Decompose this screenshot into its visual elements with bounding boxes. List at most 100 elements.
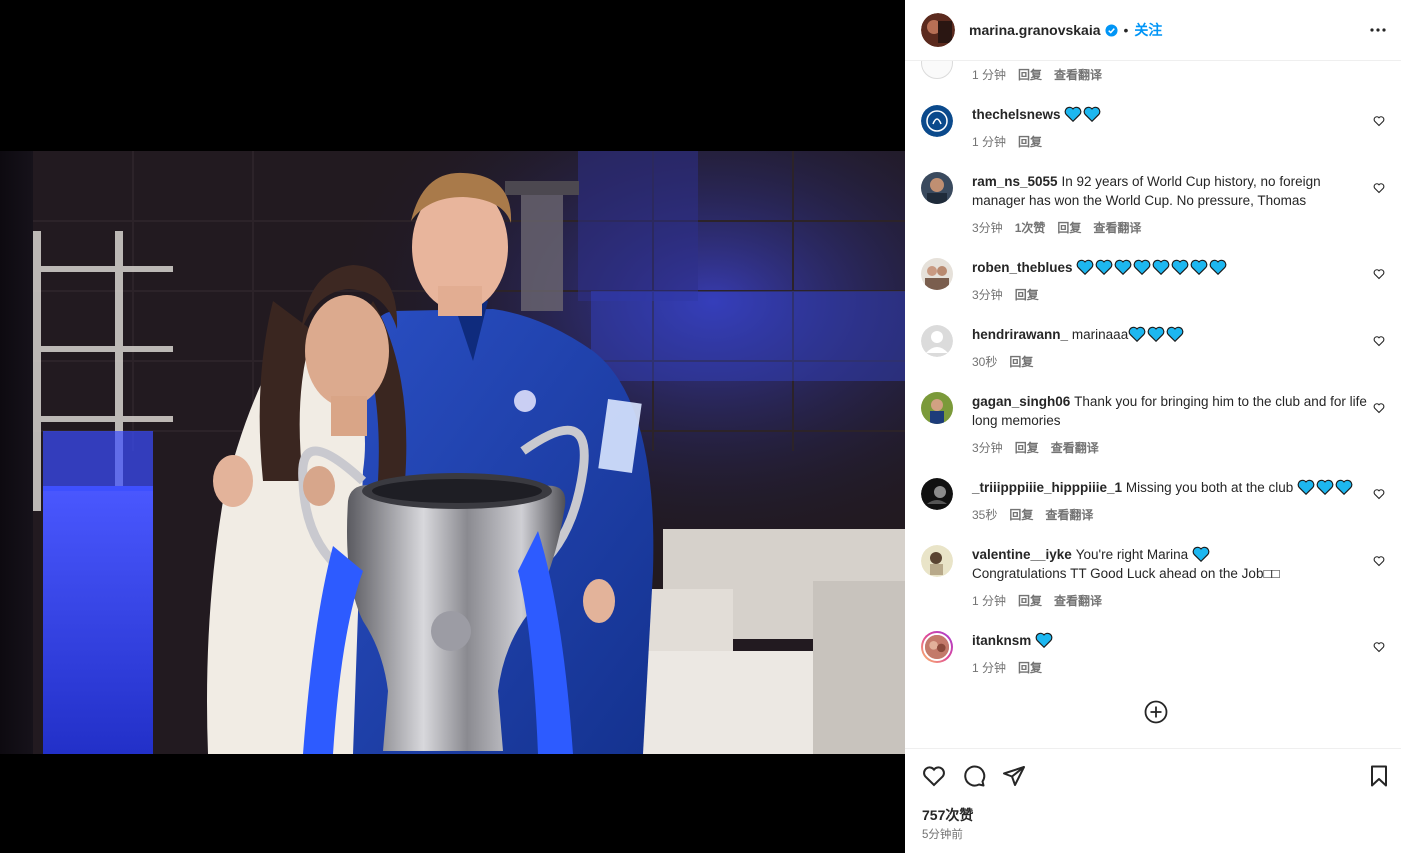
blue-heart-emoji-icon [1115, 259, 1132, 275]
reply-button[interactable]: 回复 [1018, 592, 1042, 609]
comment-meta: 1 分钟 回复 [972, 133, 1042, 150]
comment-avatar[interactable] [921, 392, 953, 424]
blue-heart-emoji-icon [1128, 326, 1146, 342]
comment-avatar[interactable] [921, 172, 953, 204]
author-avatar[interactable] [921, 13, 955, 47]
comment-item: _triiipppiiie_hipppiiie_1 Missing you bo… [921, 478, 1385, 528]
photo-left-edge [0, 151, 33, 754]
blue-heart-emoji-icon [1065, 106, 1082, 122]
comment-username[interactable]: itanknsm [972, 633, 1031, 648]
comment-like-icon[interactable] [1373, 182, 1385, 194]
blue-heart-emoji-icon [1191, 259, 1208, 275]
comment-meta: 35秒 回复 查看翻译 [972, 506, 1093, 523]
comment-time: 3分钟 [972, 221, 1003, 235]
post-photo[interactable] [33, 151, 905, 754]
blue-heart-emoji-icon [1297, 479, 1315, 495]
comment-likes-count[interactable]: 1次赞 [1015, 219, 1046, 236]
comment-username[interactable]: hendrirawann_ [972, 327, 1068, 342]
comment-like-icon[interactable] [1373, 641, 1385, 653]
comment-avatar[interactable] [921, 545, 953, 577]
post-photo-illustration [33, 151, 905, 754]
share-icon[interactable] [1002, 764, 1026, 788]
reply-button[interactable]: 回复 [1015, 439, 1039, 456]
comment-body: gagan_singh06 Thank you for bringing him… [972, 392, 1367, 430]
comment-avatar[interactable] [921, 258, 953, 290]
post-header: marina.granovskaia • 关注 [905, 0, 1401, 61]
comment-meta: 1 分钟 回复 查看翻译 [972, 592, 1102, 609]
comment-time: 1 分钟 [972, 661, 1007, 675]
blue-heart-emojis [1297, 479, 1353, 495]
comment-username[interactable]: thechelsnews [972, 107, 1061, 122]
blue-heart-emojis [1076, 259, 1227, 275]
likes-count[interactable]: 757次赞 [922, 805, 973, 825]
reply-button[interactable]: 回复 [1009, 506, 1033, 523]
comment-body: itanknsm [972, 631, 1367, 650]
author-username[interactable]: marina.granovskaia [969, 22, 1101, 38]
comment-time: 3分钟 [972, 288, 1003, 302]
comment-item: hendrirawann_ marinaaa 30秒 回复 [921, 325, 1385, 375]
blue-heart-emoji-icon [1316, 479, 1334, 495]
bookmark-icon[interactable] [1367, 764, 1391, 788]
comment-item: valentine__iyke You're right Marina Cong… [921, 545, 1385, 608]
reply-button[interactable]: 回复 [1057, 219, 1081, 236]
comment-meta: 3分钟 回复 [972, 286, 1039, 303]
comment-item: roben_theblues 3分钟 回复 [921, 258, 1385, 308]
reply-button[interactable]: 回复 [1009, 353, 1033, 370]
post-side-panel: marina.granovskaia • 关注 1 分钟 回复 查看翻译 the… [905, 0, 1401, 853]
comment-text: marinaaa [1071, 327, 1129, 342]
reply-button[interactable]: 回复 [1018, 66, 1042, 83]
comment-username[interactable]: valentine__iyke [972, 547, 1072, 562]
blue-heart-emojis [1192, 546, 1210, 562]
blue-heart-emoji-icon [1172, 259, 1189, 275]
translate-button[interactable]: 查看翻译 [1054, 66, 1102, 83]
comment-icon[interactable] [962, 764, 986, 788]
comment-body: ram_ns_5055 In 92 years of World Cup his… [972, 172, 1367, 210]
comment-meta: 3分钟 回复 查看翻译 [972, 439, 1099, 456]
blue-heart-emojis [1064, 106, 1101, 122]
comment-time: 1 分钟 [972, 135, 1007, 149]
comment-body: _triiipppiiie_hipppiiie_1 Missing you bo… [972, 478, 1367, 497]
more-options-icon[interactable] [1370, 22, 1386, 38]
comment-time: 1 分钟 [972, 68, 1007, 82]
comment-like-icon[interactable] [1373, 555, 1385, 567]
comment-like-icon[interactable] [1373, 268, 1385, 280]
blue-heart-emojis [1035, 632, 1053, 648]
comment-avatar[interactable] [921, 61, 953, 79]
blue-heart-emoji-icon [1077, 259, 1094, 275]
follow-button[interactable]: 关注 [1134, 20, 1162, 40]
post-actions: 757次赞 5分钟前 [905, 748, 1401, 853]
comment-item: ram_ns_5055 In 92 years of World Cup his… [921, 172, 1385, 235]
comment-like-icon[interactable] [1373, 335, 1385, 347]
comment-body: roben_theblues [972, 258, 1367, 277]
comment-item: thechelsnews 1 分钟 回复 [921, 105, 1385, 155]
reply-button[interactable]: 回复 [1015, 286, 1039, 303]
heart-icon[interactable] [922, 764, 946, 788]
translate-button[interactable]: 查看翻译 [1054, 592, 1102, 609]
comment-username[interactable]: ram_ns_5055 [972, 174, 1058, 189]
comment-username[interactable]: gagan_singh06 [972, 394, 1070, 409]
plus-circle-icon[interactable] [1144, 700, 1168, 724]
blue-heart-emoji-icon [1153, 259, 1170, 275]
comment-avatar[interactable] [921, 325, 953, 357]
comment-meta: 1 分钟 回复 查看翻译 [972, 66, 1102, 83]
translate-button[interactable]: 查看翻译 [1093, 219, 1141, 236]
comment-text-line2: Congratulations TT Good Luck ahead on th… [972, 566, 1280, 581]
comment-body: thechelsnews [972, 105, 1367, 124]
comment-username[interactable]: roben_theblues [972, 260, 1073, 275]
comment-avatar[interactable] [921, 105, 953, 137]
comments-list: 1 分钟 回复 查看翻译 thechelsnews 1 分钟 回复 ram_ns… [905, 61, 1401, 748]
translate-button[interactable]: 查看翻译 [1051, 439, 1099, 456]
comment-meta: 3分钟 1次赞 回复 查看翻译 [972, 219, 1141, 236]
comment-like-icon[interactable] [1373, 115, 1385, 127]
post-timestamp[interactable]: 5分钟前 [922, 826, 963, 842]
comment-username[interactable]: _triiipppiiie_hipppiiie_1 [972, 480, 1122, 495]
comment-like-icon[interactable] [1373, 488, 1385, 500]
reply-button[interactable]: 回复 [1018, 133, 1042, 150]
comment-avatar[interactable] [921, 478, 953, 510]
blue-heart-emojis [1128, 326, 1184, 342]
translate-button[interactable]: 查看翻译 [1045, 506, 1093, 523]
comment-like-icon[interactable] [1373, 402, 1385, 414]
reply-button[interactable]: 回复 [1018, 659, 1042, 676]
comment-time: 1 分钟 [972, 594, 1007, 608]
comment-avatar-story[interactable] [921, 631, 953, 663]
